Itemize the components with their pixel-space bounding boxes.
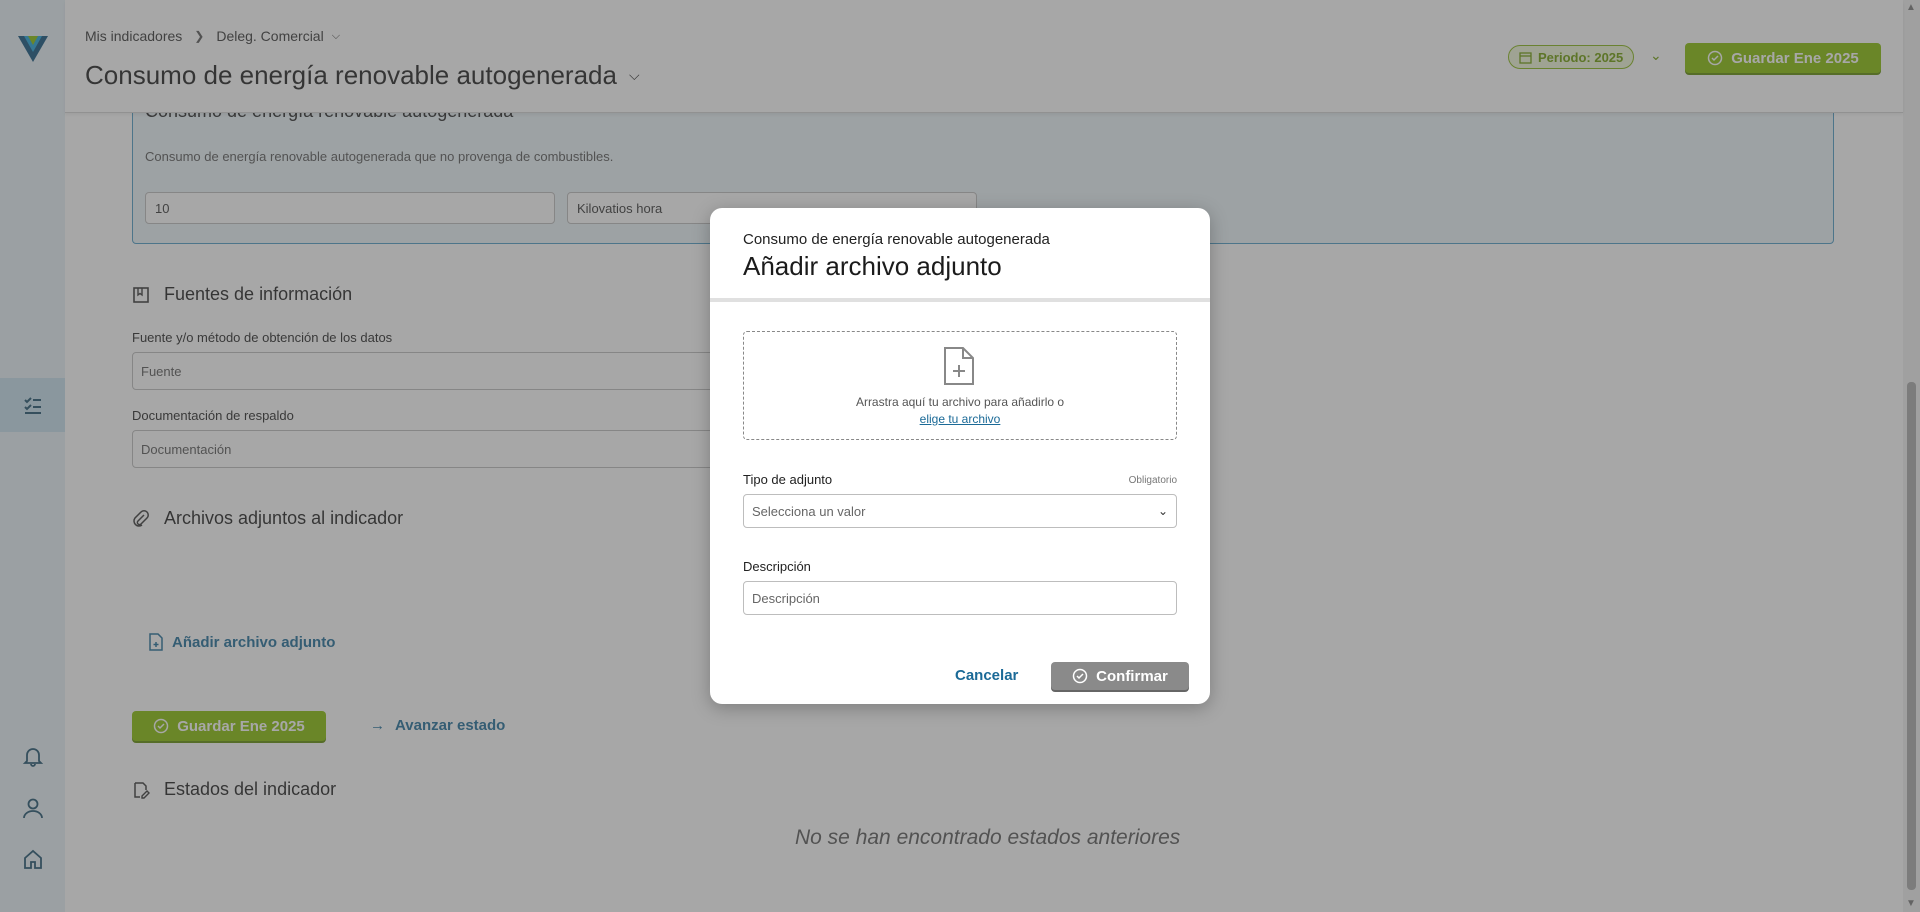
file-dropzone[interactable]: Arrastra aquí tu archivo para añadirlo o… xyxy=(743,331,1177,440)
select-chevron-down-icon: ⌄ xyxy=(1157,504,1168,518)
cancel-button[interactable]: Cancelar xyxy=(955,667,1018,684)
attachment-type-label: Tipo de adjunto xyxy=(743,472,833,487)
dropzone-text: Arrastra aquí tu archivo para añadirlo o xyxy=(855,395,1065,409)
confirm-button[interactable]: Confirmar xyxy=(1051,662,1189,690)
confirm-label: Confirmar xyxy=(1096,667,1168,685)
check-circle-icon xyxy=(1072,668,1088,684)
choose-file-link[interactable]: elige tu archivo xyxy=(744,412,1176,426)
file-add-icon xyxy=(944,347,974,385)
description-input[interactable]: Descripción xyxy=(743,581,1177,615)
modal-subtitle: Consumo de energía renovable autogenerad… xyxy=(743,231,1050,248)
attachment-type-select[interactable]: Selecciona un valor ⌄ xyxy=(743,494,1177,528)
attachment-type-placeholder: Selecciona un valor xyxy=(752,503,866,519)
required-indicator: Obligatorio xyxy=(1128,475,1177,486)
description-label: Descripción xyxy=(743,559,811,574)
add-attachment-modal: Consumo de energía renovable autogenerad… xyxy=(710,208,1210,704)
modal-divider xyxy=(710,298,1210,302)
modal-title: Añadir archivo adjunto xyxy=(743,251,1002,281)
